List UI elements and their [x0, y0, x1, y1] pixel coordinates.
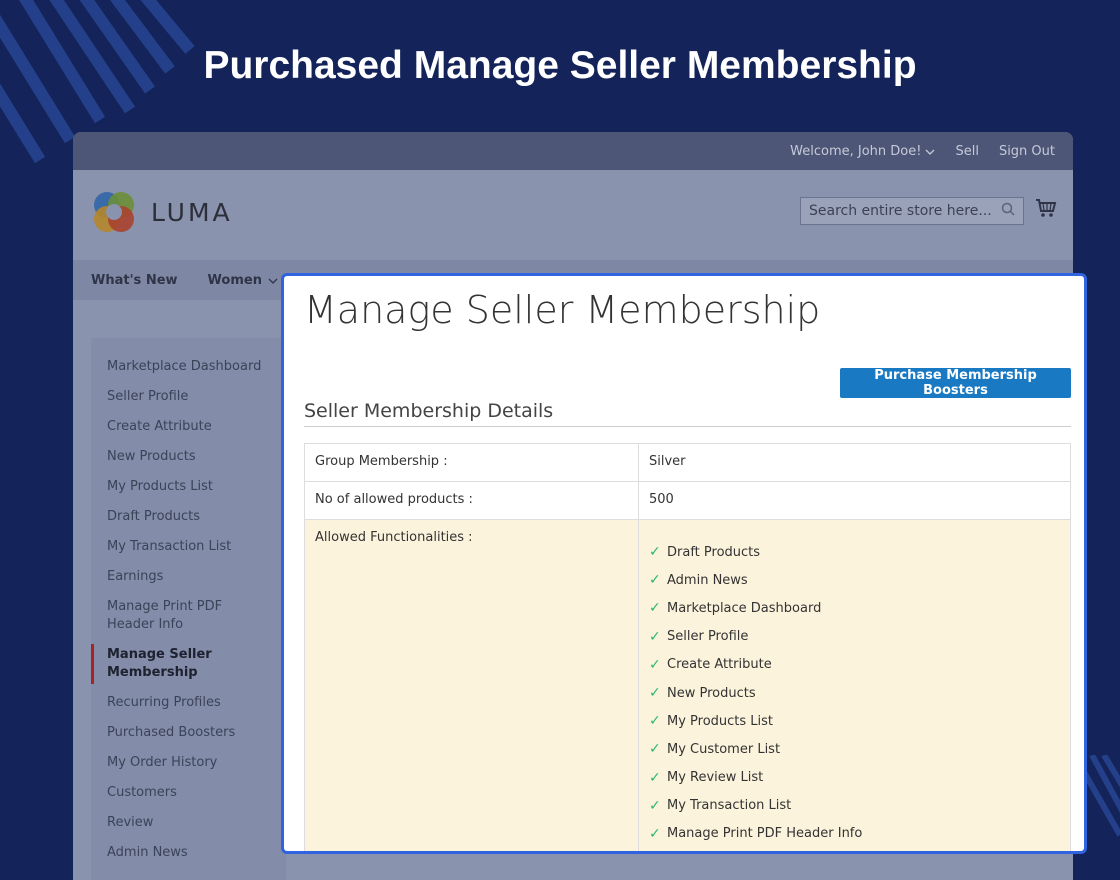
row-label: No of allowed products : — [304, 481, 639, 520]
functionality-label: Create Attribute — [667, 657, 772, 673]
chevron-down-icon — [925, 144, 935, 159]
chevron-down-icon — [268, 273, 278, 288]
functionality-label: Manage Print PDF Header Info — [667, 826, 863, 842]
functionality-label: My Review List — [667, 770, 764, 786]
check-icon: ✓ — [649, 628, 661, 645]
welcome-text: Welcome, John Doe! — [790, 143, 922, 159]
sell-link[interactable]: Sell — [955, 144, 978, 159]
table-row: Allowed Functionalities : ✓ Draft Product… — [304, 518, 1071, 851]
functionality-list: ✓ Draft Products ✓ Admin News ✓ Marketplace… — [649, 530, 1060, 848]
table-row: No of allowed products : 500 — [304, 481, 1071, 520]
list-item: ✓ New Products — [649, 679, 1060, 707]
membership-details-table: Group Membership : Silver No of allowed … — [304, 443, 1071, 851]
row-label: Group Membership : — [304, 443, 639, 482]
logo-text: LUMA — [151, 197, 233, 227]
luma-logo-icon — [94, 192, 134, 232]
check-icon: ✓ — [649, 572, 661, 589]
sign-out-link[interactable]: Sign Out — [999, 144, 1055, 159]
sidebar-item-manage-seller-membership[interactable]: Manage Seller Membership — [91, 640, 286, 688]
purchase-membership-boosters-button[interactable]: Purchase Membership Boosters — [840, 368, 1071, 398]
check-icon: ✓ — [649, 544, 661, 561]
sidebar-item-admin-news[interactable]: Admin News — [91, 838, 286, 868]
check-icon: ✓ — [649, 685, 661, 702]
hero-title: Purchased Manage Seller Membership — [203, 44, 917, 87]
cart-icon[interactable] — [1035, 198, 1057, 222]
sidebar-item-review[interactable]: Review — [91, 808, 286, 838]
nav-item-label: Women — [207, 272, 262, 288]
search-placeholder: Search entire store here... — [809, 203, 992, 219]
row-value: ✓ Draft Products ✓ Admin News ✓ Marketplace… — [638, 518, 1071, 851]
nav-item-whats-new[interactable]: What's New — [91, 273, 178, 288]
sidebar-item-manage-print-pdf[interactable]: Manage Print PDF Header Info — [91, 592, 286, 640]
list-item: ✓ Create Attribute — [649, 651, 1060, 679]
sidebar-item-create-attribute[interactable]: Create Attribute — [91, 412, 286, 442]
sidebar-item-new-products[interactable]: New Products — [91, 442, 286, 472]
nav-item-women[interactable]: Women — [208, 273, 278, 288]
sidebar-item-seller-profile[interactable]: Seller Profile — [91, 382, 286, 412]
functionality-label: My Transaction List — [667, 798, 792, 814]
check-icon: ✓ — [649, 797, 661, 814]
sidebar-item-my-order-history[interactable]: My Order History — [91, 748, 286, 778]
page-title: Manage Seller Membership — [304, 288, 821, 332]
list-item: ✓ My Products List — [649, 707, 1060, 735]
functionality-label: Seller Profile — [667, 629, 749, 645]
check-icon: ✓ — [649, 769, 661, 786]
check-icon: ✓ — [649, 825, 661, 842]
welcome-menu[interactable]: Welcome, John Doe! — [790, 144, 935, 159]
list-item: ✓ Seller Profile — [649, 623, 1060, 651]
table-row: Group Membership : Silver — [304, 443, 1071, 482]
store-header: LUMA Search entire store here... — [73, 170, 1073, 260]
sidebar-item-earnings[interactable]: Earnings — [91, 562, 286, 592]
check-icon: ✓ — [649, 600, 661, 617]
sidebar-item-draft-products[interactable]: Draft Products — [91, 502, 286, 532]
list-item: ✓ Marketplace Dashboard — [649, 594, 1060, 622]
top-bar: Welcome, John Doe! Sell Sign Out — [73, 132, 1073, 170]
sidebar-item-recurring-profiles[interactable]: Recurring Profiles — [91, 688, 286, 718]
functionality-label: Marketplace Dashboard — [667, 600, 822, 616]
functionality-label: Admin News — [667, 572, 748, 588]
functionality-label: My Customer List — [667, 741, 781, 757]
row-value: 500 — [638, 481, 1071, 520]
sidebar-item-marketplace-dashboard[interactable]: Marketplace Dashboard — [91, 352, 286, 382]
account-sidebar: Marketplace Dashboard Seller Profile Cre… — [91, 338, 286, 880]
check-icon: ✓ — [649, 741, 661, 758]
store-logo[interactable]: LUMA — [91, 189, 233, 235]
membership-panel: Manage Seller Membership Purchase Member… — [281, 273, 1087, 854]
functionality-label: Draft Products — [667, 544, 761, 560]
list-item: ✓ My Review List — [649, 764, 1060, 792]
list-item: ✓ Admin News — [649, 566, 1060, 594]
sidebar-item-my-transaction-list[interactable]: My Transaction List — [91, 532, 286, 562]
list-item: ✓ Draft Products — [649, 538, 1060, 566]
list-item: ✓ My Customer List — [649, 735, 1060, 763]
row-value: Silver — [638, 443, 1071, 482]
functionality-label: My Products List — [667, 713, 774, 729]
functionality-label: New Products — [667, 685, 756, 701]
search-input[interactable]: Search entire store here... — [800, 197, 1024, 225]
search-icon[interactable] — [1001, 202, 1015, 220]
list-item: ✓ Manage Print PDF Header Info — [649, 820, 1060, 848]
section-title: Seller Membership Details — [304, 400, 1071, 427]
row-label: Allowed Functionalities : — [304, 518, 639, 851]
check-icon: ✓ — [649, 656, 661, 673]
list-item: ✓ My Transaction List — [649, 792, 1060, 820]
sidebar-item-customers[interactable]: Customers — [91, 778, 286, 808]
sidebar-item-my-products-list[interactable]: My Products List — [91, 472, 286, 502]
check-icon: ✓ — [649, 713, 661, 730]
sidebar-item-purchased-boosters[interactable]: Purchased Boosters — [91, 718, 286, 748]
